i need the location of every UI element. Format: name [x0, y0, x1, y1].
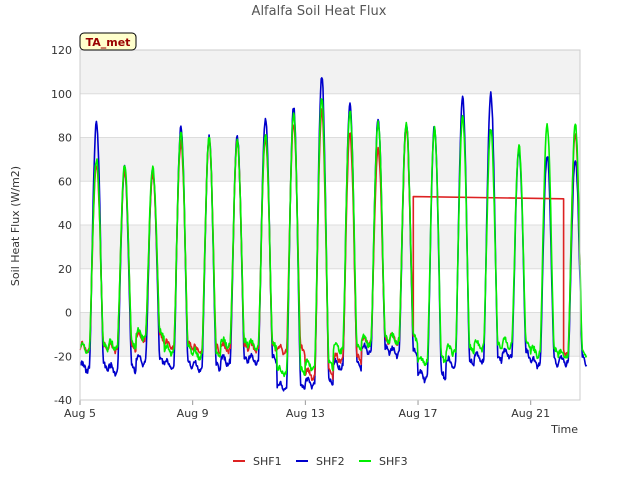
y-tick-label: 80 — [58, 132, 72, 145]
legend-label: SHF1 — [253, 455, 282, 468]
x-tick-label: Aug 9 — [177, 407, 209, 420]
legend-item: SHF2 — [296, 455, 345, 468]
y-tick-label: 100 — [51, 88, 72, 101]
legend: SHF1 SHF2 SHF3 — [233, 455, 408, 468]
y-tick-label: 40 — [58, 219, 72, 232]
legend-item: SHF3 — [359, 455, 408, 468]
y-tick-label: 60 — [58, 175, 72, 188]
y-axis-label: Soil Heat Flux (W/m2) — [9, 166, 22, 286]
plot-band — [80, 225, 580, 269]
chart-svg: Alfalfa Soil Heat Flux -40 -20 0 20 40 60 80 10… — [9, 4, 588, 468]
legend-label: SHF3 — [379, 455, 408, 468]
annotation-badge: TA_met — [79, 32, 137, 51]
annotation-badge-text: TA_met — [86, 36, 131, 49]
plot-band — [80, 268, 580, 313]
legend-label: SHF2 — [316, 455, 345, 468]
y-tick-label: 120 — [51, 44, 72, 57]
y-axis-ticks: -40 -20 0 20 40 60 80 100 120 — [51, 44, 72, 407]
x-tick-label: Aug 5 — [64, 407, 96, 420]
y-tick-label: -40 — [54, 394, 72, 407]
x-axis-ticks: Aug 5 Aug 9 Aug 13 Aug 17 Aug 21 — [64, 400, 550, 420]
y-tick-label: 20 — [58, 263, 72, 276]
plot-band — [80, 50, 580, 94]
x-axis-label: Time — [550, 423, 578, 436]
y-tick-label: -20 — [54, 350, 72, 363]
x-tick-label: Aug 17 — [399, 407, 438, 420]
x-tick-label: Aug 21 — [511, 407, 550, 420]
legend-item: SHF1 — [233, 455, 282, 468]
chart-container: Alfalfa Soil Heat Flux -40 -20 0 20 40 60 80 10… — [0, 0, 640, 480]
y-tick-label: 0 — [65, 307, 72, 320]
plot-band — [80, 137, 580, 182]
chart-title: Alfalfa Soil Heat Flux — [252, 4, 387, 19]
x-tick-label: Aug 13 — [286, 407, 325, 420]
plot-band — [80, 93, 580, 138]
